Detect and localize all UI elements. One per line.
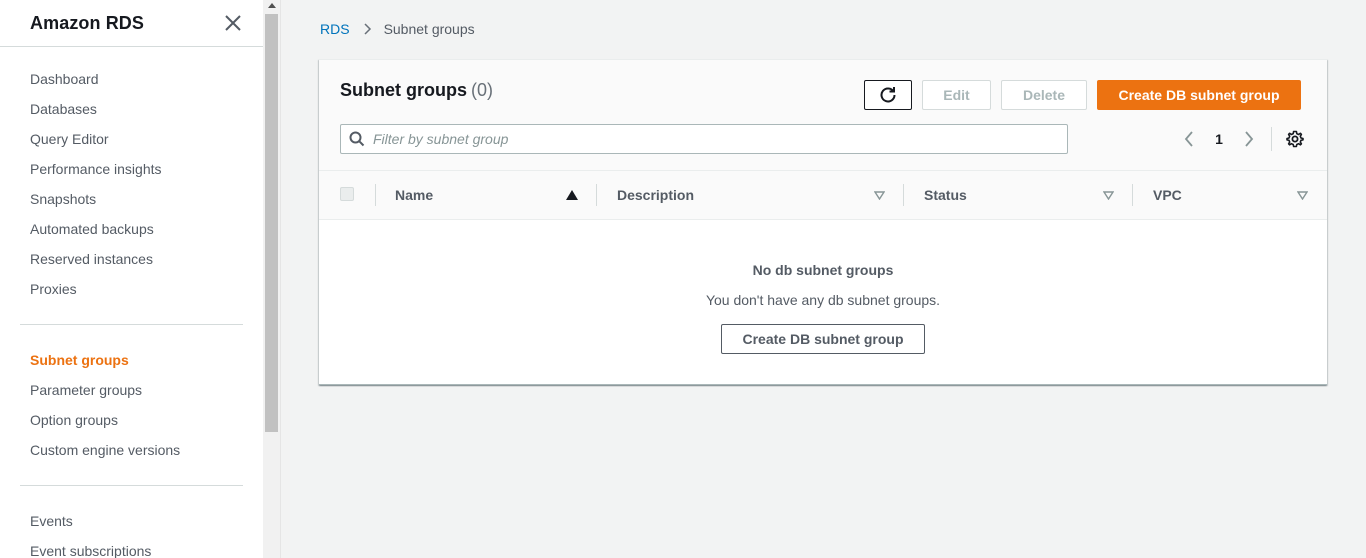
column-header-label: Description	[617, 187, 695, 203]
sidebar-item-dashboard[interactable]: Dashboard	[0, 64, 263, 94]
sidebar-item-event-subscriptions[interactable]: Event subscriptions	[0, 536, 263, 558]
empty-create-db-subnet-group-button[interactable]: Create DB subnet group	[721, 324, 925, 354]
sidebar-item-events[interactable]: Events	[0, 506, 263, 536]
previous-page-button[interactable]	[1179, 129, 1199, 149]
sidebar-item-snapshots[interactable]: Snapshots	[0, 184, 263, 214]
table-header: Name Description Status VPC	[319, 170, 1327, 220]
refresh-icon	[880, 87, 896, 103]
column-header-description[interactable]: Description	[617, 171, 694, 219]
column-divider	[1132, 184, 1133, 206]
sidebar-title: Amazon RDS	[30, 12, 145, 33]
breadcrumb-current: Subnet groups	[383, 21, 475, 37]
panel-bottom-border	[319, 384, 1327, 385]
subnet-groups-panel: Subnet groups (0) Edit Delete Create DB s…	[319, 59, 1327, 385]
sidebar-item-option-groups[interactable]: Option groups	[0, 405, 263, 435]
column-header-status[interactable]: Status	[924, 171, 967, 219]
sort-ascending-icon[interactable]	[566, 189, 578, 201]
create-db-subnet-group-button[interactable]: Create DB subnet group	[1097, 80, 1301, 110]
page-title: Subnet groups (0)	[340, 80, 493, 101]
sort-icon[interactable]	[1296, 189, 1308, 201]
scroll-up-icon	[267, 3, 276, 8]
sidebar-scrollbar[interactable]	[263, 0, 281, 558]
pagination-divider	[1271, 127, 1272, 151]
sort-icon[interactable]	[873, 189, 885, 201]
close-icon	[225, 15, 241, 31]
next-page-button[interactable]	[1239, 129, 1259, 149]
search-icon	[349, 131, 365, 147]
sort-icon[interactable]	[1102, 189, 1114, 201]
preferences-button[interactable]	[1285, 129, 1305, 149]
page-number[interactable]: 1	[1209, 131, 1229, 147]
scroll-up-arrow[interactable]	[263, 0, 280, 12]
column-header-label: VPC	[1153, 187, 1182, 203]
refresh-button[interactable]	[864, 80, 912, 110]
gear-icon	[1286, 130, 1304, 148]
column-header-label: Name	[395, 187, 434, 203]
select-all-checkbox[interactable]	[340, 187, 354, 201]
sidebar: Amazon RDS Dashboard Databases Query Edi…	[0, 0, 263, 558]
item-count: (0)	[471, 80, 493, 100]
chevron-left-icon	[1184, 131, 1193, 147]
breadcrumb-rds-link[interactable]: RDS	[320, 21, 350, 37]
column-divider	[375, 184, 376, 206]
sidebar-divider	[20, 324, 243, 325]
pagination: 1	[1179, 124, 1259, 154]
sidebar-item-performance-insights[interactable]: Performance insights	[0, 154, 263, 184]
delete-button[interactable]: Delete	[1001, 80, 1087, 110]
sidebar-item-parameter-groups[interactable]: Parameter groups	[0, 375, 263, 405]
chevron-right-icon	[364, 23, 372, 35]
breadcrumb: RDS Subnet groups	[320, 19, 475, 39]
empty-state-title: No db subnet groups	[752, 262, 894, 278]
sidebar-nav: Dashboard Databases Query Editor Perform…	[0, 47, 263, 558]
edit-button[interactable]: Edit	[922, 80, 991, 110]
scroll-thumb[interactable]	[265, 14, 278, 432]
column-header-vpc[interactable]: VPC	[1153, 171, 1182, 219]
sidebar-item-reserved-instances[interactable]: Reserved instances	[0, 244, 263, 274]
close-sidebar-button[interactable]	[223, 13, 243, 33]
sidebar-item-databases[interactable]: Databases	[0, 94, 263, 124]
column-divider	[596, 184, 597, 206]
column-header-name[interactable]: Name	[395, 171, 433, 219]
sidebar-item-query-editor[interactable]: Query Editor	[0, 124, 263, 154]
sidebar-item-subnet-groups[interactable]: Subnet groups	[0, 345, 263, 375]
sidebar-item-proxies[interactable]: Proxies	[0, 274, 263, 304]
search-input[interactable]	[373, 131, 1053, 147]
empty-state: No db subnet groups You don't have any d…	[319, 220, 1327, 386]
page-title-text: Subnet groups	[340, 80, 467, 100]
sidebar-item-automated-backups[interactable]: Automated backups	[0, 214, 263, 244]
column-divider	[903, 184, 904, 206]
sidebar-header: Amazon RDS	[0, 0, 263, 47]
sidebar-divider	[20, 485, 243, 486]
chevron-right-icon	[1245, 131, 1254, 147]
sidebar-item-custom-engine-versions[interactable]: Custom engine versions	[0, 435, 263, 465]
search-field[interactable]	[340, 124, 1068, 154]
column-header-label: Status	[924, 187, 967, 203]
empty-state-text: You don't have any db subnet groups.	[705, 292, 941, 308]
